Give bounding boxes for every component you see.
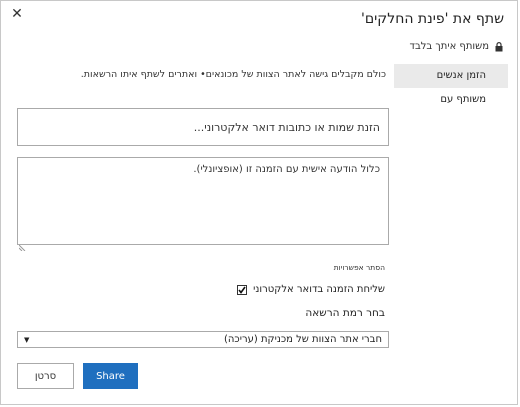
side-tabs: הזמן אנשים משותף עם: [394, 64, 508, 112]
share-dialog: ✕ שתף את 'פינת החלקים' משותף איתך בלבד ה…: [0, 0, 518, 405]
hide-options-link[interactable]: הסתר אפשרויות: [334, 263, 385, 272]
dialog-title: שתף את 'פינת החלקים': [361, 11, 504, 27]
permission-select[interactable]: חברי אתר הצוות של מכניקת (עריכה) ▼: [17, 331, 389, 348]
email-invite-option[interactable]: שליחת הזמנה בדואר אלקטרוני: [237, 284, 385, 295]
checkmark-icon: [238, 286, 246, 294]
email-invite-checkbox[interactable]: [237, 284, 248, 295]
tab-invite-people[interactable]: הזמן אנשים: [394, 64, 508, 88]
close-icon[interactable]: ✕: [10, 7, 24, 21]
share-button[interactable]: Share: [83, 363, 138, 389]
dropdown-arrow-icon: ▼: [24, 335, 30, 344]
lock-icon: [495, 41, 503, 52]
permission-selected-value: חברי אתר הצוות של מכניקת (עריכה): [224, 334, 382, 345]
permission-label: בחר רמת הרשאה: [305, 307, 385, 319]
message-textarea[interactable]: [17, 157, 389, 245]
names-input[interactable]: [17, 108, 389, 146]
resize-grip-icon[interactable]: [18, 236, 27, 252]
shared-status-text: משותף איתך בלבד: [409, 41, 490, 52]
cancel-button[interactable]: סרטן: [17, 363, 74, 389]
shared-status: משותף איתך בלבד: [410, 41, 504, 52]
email-invite-label: שליחת הזמנה בדואר אלקטרוני: [253, 284, 385, 295]
intro-text: כולם מקבלים גישה לאתר הצוות של מכונאים• …: [80, 69, 386, 80]
tab-shared-with[interactable]: משותף עם: [394, 88, 508, 112]
